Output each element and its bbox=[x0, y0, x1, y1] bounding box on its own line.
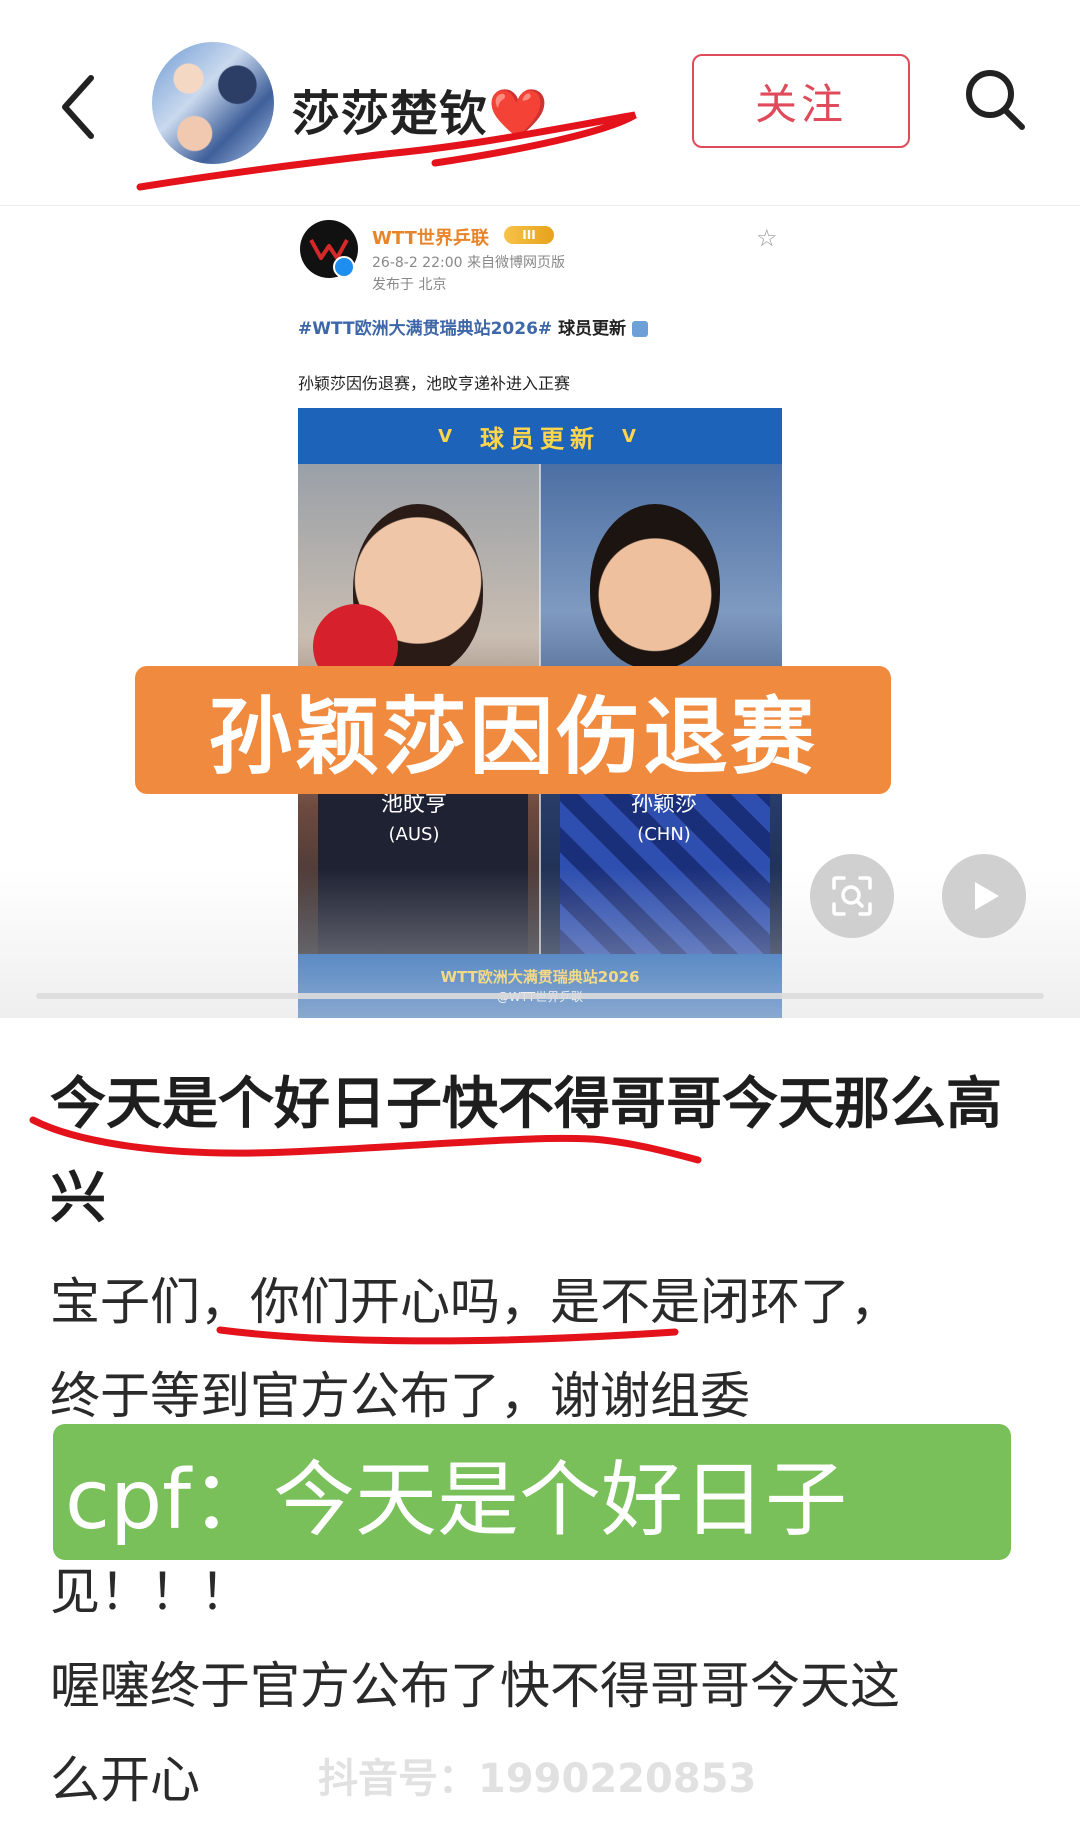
card-footer: WTT欧洲大满贯瑞典站2026 @WTT世界乒联 bbox=[298, 954, 782, 1018]
note-title: 今天是个好日子快不得哥哥今天那么高兴 bbox=[50, 1072, 1002, 1231]
right-player-caption: 孙颖莎 (CHN) bbox=[584, 790, 744, 850]
wtt-mark-icon: ᐯ bbox=[622, 425, 642, 447]
media-carousel[interactable]: WTT世界乒联 III 26-8-2 22:00 来自微博网页版 发布于 北京 … bbox=[0, 206, 1080, 1018]
user-nickname: 莎莎楚钦❤️ bbox=[292, 86, 549, 142]
orange-caption-overlay: 孙颖莎因伤退赛 bbox=[135, 666, 891, 794]
play-icon bbox=[975, 882, 999, 910]
left-player-country: (AUS) bbox=[388, 824, 440, 845]
card-header: ᐯ 球员更新 ᐯ bbox=[298, 408, 782, 464]
post-time-source: 26-8-2 22:00 来自微博网页版 bbox=[372, 255, 565, 271]
image-search-icon bbox=[832, 876, 872, 916]
right-player-name: 孙颖莎 bbox=[630, 792, 697, 817]
body-line-1: 宝子们，你们开心吗，是不是闭环了， bbox=[50, 1273, 900, 1331]
vip-badge: III bbox=[504, 226, 554, 244]
post-account-name: WTT世界乒联 bbox=[372, 228, 489, 249]
weibo-post-screenshot: WTT世界乒联 III 26-8-2 22:00 来自微博网页版 发布于 北京 … bbox=[280, 206, 800, 1018]
play-button[interactable] bbox=[942, 854, 1026, 938]
body-line-3: 见！！！ bbox=[50, 1563, 250, 1621]
body-line-5: 么开心 bbox=[50, 1751, 200, 1809]
follow-button[interactable]: 关注 bbox=[692, 54, 910, 148]
media-progress-bar[interactable] bbox=[36, 993, 1044, 999]
post-location: 发布于 北京 bbox=[372, 277, 447, 293]
refresh-icon bbox=[631, 321, 648, 337]
player-face bbox=[590, 504, 720, 669]
search-icon[interactable] bbox=[962, 64, 1028, 134]
image-search-button[interactable] bbox=[810, 854, 894, 938]
left-player-name: 池旼亨 bbox=[380, 792, 447, 817]
body-line-4: 喔噻终于官方公布了快不得哥哥今天这 bbox=[50, 1657, 900, 1715]
body-line-2: 终于等到官方公布了，谢谢组委 bbox=[50, 1367, 750, 1425]
douyin-watermark: 抖音号：1990220853 bbox=[318, 1756, 757, 1802]
green-caption-overlay: cpf：今天是个好日子 bbox=[53, 1424, 1011, 1560]
wtt-mark-icon: ᐯ bbox=[438, 425, 458, 447]
right-player-country: (CHN) bbox=[637, 824, 691, 845]
card-footer-title: WTT欧洲大满贯瑞典站2026 bbox=[440, 968, 640, 986]
post-text: 孙颖莎因伤退赛，池旼亨递补进入正赛 bbox=[298, 374, 571, 393]
verified-badge-icon bbox=[333, 256, 355, 278]
card-header-label: 球员更新 bbox=[480, 424, 600, 453]
back-chevron-icon[interactable] bbox=[55, 72, 105, 142]
top-bar: 莎莎楚钦❤️ 关注 bbox=[0, 0, 1080, 205]
hashtag-suffix: 球员更新 bbox=[558, 319, 627, 339]
left-player-caption: 池旼亨 (AUS) bbox=[334, 790, 494, 850]
hashtag-text: #WTT欧洲大满贯瑞典站2026# bbox=[298, 319, 553, 339]
user-avatar[interactable] bbox=[152, 42, 274, 164]
post-hashtag: #WTT欧洲大满贯瑞典站2026# 球员更新 bbox=[298, 314, 648, 339]
star-icon: ☆ bbox=[756, 224, 778, 252]
